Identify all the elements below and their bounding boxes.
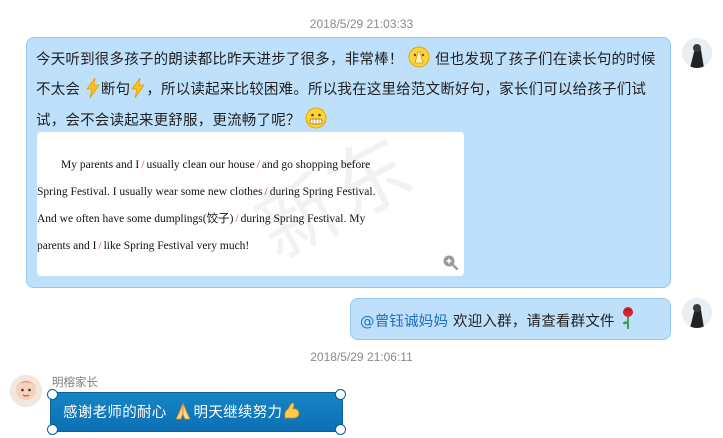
image-line: parents and I / like Spring Festival very …: [37, 240, 250, 252]
teacher-message-bubble[interactable]: 今天听到很多孩子的朗读都比昨天进步了很多，非常棒！ 但也发现了孩子们在读长句的时…: [26, 37, 671, 288]
message-text-part: 今天听到很多孩子的朗读都比昨天进步了很多，非常棒！: [36, 52, 404, 68]
teacher-avatar[interactable]: [682, 38, 712, 68]
sender-name: 明榕家长: [52, 375, 98, 389]
pray-icon: [408, 46, 430, 77]
message-timestamp: 2018/5/29 21:03:33: [309, 17, 414, 31]
welcome-message-bubble[interactable]: @曾钰诚妈妈 欢迎入群，请查看群文件: [350, 298, 671, 340]
message-text-part: 欢迎入群，请查看群文件: [453, 314, 615, 330]
bubble-decoration: [335, 389, 346, 400]
teacher-avatar[interactable]: [682, 298, 712, 328]
image-line: My parents and I / usually clean our house…: [61, 159, 371, 171]
flexed-biceps-icon: [282, 401, 302, 425]
message-text: 今天听到很多孩子的朗读都比昨天进步了很多，非常棒！ 但也发现了孩子们在读长句的时…: [36, 46, 666, 138]
rose-icon: [620, 306, 636, 339]
palms-together-icon: [172, 401, 194, 425]
parent-message-text: 感谢老师的耐心 明天继续努力: [63, 401, 302, 425]
lightning-icon: [130, 77, 146, 107]
message-text-part: 明天继续努力: [193, 405, 283, 421]
message-text-part: 断句: [100, 82, 131, 98]
zoom-in-icon[interactable]: [442, 254, 459, 271]
bubble-decoration: [335, 424, 346, 435]
bubble-decoration: [47, 389, 58, 400]
parent-message-bubble[interactable]: 感谢老师的耐心 明天继续努力: [47, 389, 346, 435]
image-text: My parents and I / usually clean our house…: [37, 152, 450, 260]
image-line: Spring Festival. I usually wear some new…: [37, 186, 376, 198]
welcome-message-text: @曾钰诚妈妈 欢迎入群，请查看群文件: [360, 306, 636, 339]
message-timestamp: 2018/5/29 21:06:11: [310, 350, 413, 364]
parent-avatar[interactable]: [10, 375, 42, 407]
mention-link[interactable]: @曾钰诚妈妈: [360, 314, 448, 330]
image-line: And we often have some dumplings(饺子) / dur…: [37, 213, 366, 225]
message-image[interactable]: 新东方 My parents and I / usually clean our h…: [37, 132, 464, 276]
lightning-icon: [85, 77, 101, 107]
bubble-decoration: [47, 424, 58, 435]
message-text-part: 感谢老师的耐心: [63, 405, 167, 421]
